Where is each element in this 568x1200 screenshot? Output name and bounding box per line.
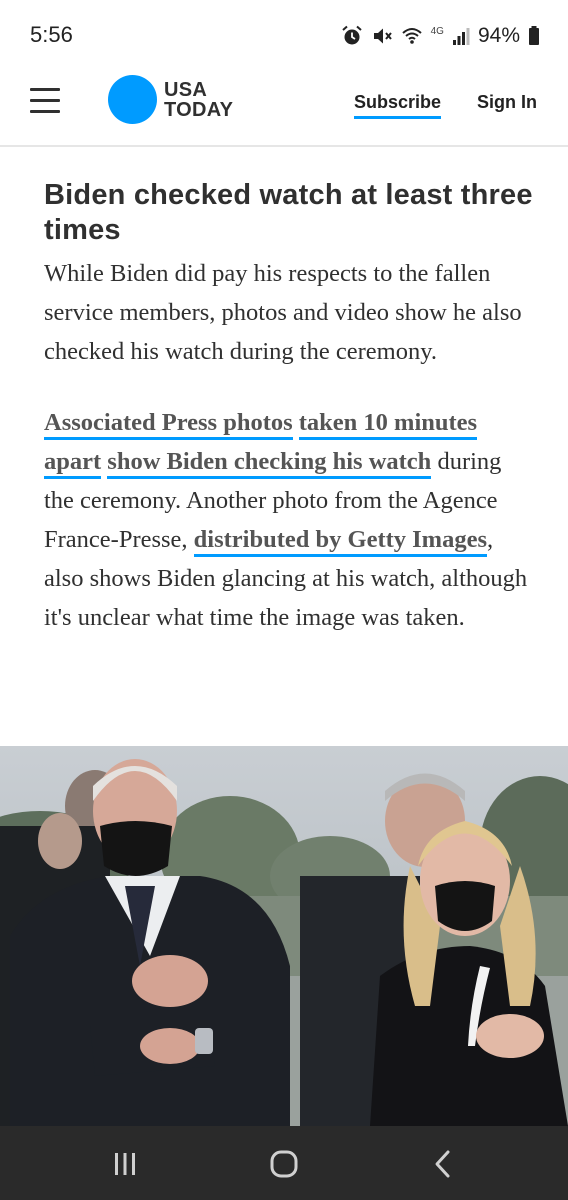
link-show-biden-checking[interactable]: show Biden checking his watch bbox=[107, 448, 432, 479]
logo-line-2: TODAY bbox=[164, 98, 234, 121]
site-header: USA TODAY Subscribe Sign In bbox=[0, 68, 568, 147]
status-time: 5:56 bbox=[30, 22, 73, 47]
status-icons: 4G 94% bbox=[341, 22, 540, 50]
battery-icon bbox=[529, 26, 539, 45]
alarm-icon bbox=[341, 25, 362, 45]
usa-today-logo[interactable]: USA TODAY bbox=[108, 75, 233, 124]
network-type: 4G bbox=[430, 25, 444, 37]
section-headline: Biden checked watch at least three times bbox=[44, 179, 533, 246]
logo-line-1: USA bbox=[164, 78, 208, 101]
home-icon[interactable] bbox=[259, 1146, 309, 1182]
hamburger-menu-icon[interactable] bbox=[30, 87, 64, 117]
back-icon[interactable] bbox=[418, 1146, 468, 1182]
logo-text: USA TODAY bbox=[164, 80, 233, 120]
wifi-icon bbox=[401, 28, 422, 44]
link-ap-photos[interactable]: Associated Press photos bbox=[44, 409, 293, 440]
link-getty-images[interactable]: distributed by Getty Images bbox=[193, 526, 487, 557]
battery-percent: 94% bbox=[477, 24, 520, 47]
signal-icon bbox=[452, 28, 470, 45]
recents-icon[interactable] bbox=[100, 1146, 150, 1182]
subscribe-button[interactable]: Subscribe bbox=[354, 92, 442, 119]
article-photo[interactable] bbox=[0, 746, 568, 1126]
status-bar: 5:56 4G 94% bbox=[0, 0, 568, 68]
article-body: Biden checked watch at least three times… bbox=[44, 178, 534, 637]
logo-circle bbox=[108, 75, 157, 124]
sign-in-button[interactable]: Sign In bbox=[477, 92, 537, 113]
paragraph-1: While Biden did pay his respects to the … bbox=[44, 260, 522, 365]
mute-icon bbox=[373, 28, 392, 44]
system-nav-bar bbox=[0, 1126, 568, 1200]
paragraph-2: Associated Press photos taken 10 minutes… bbox=[44, 403, 534, 637]
